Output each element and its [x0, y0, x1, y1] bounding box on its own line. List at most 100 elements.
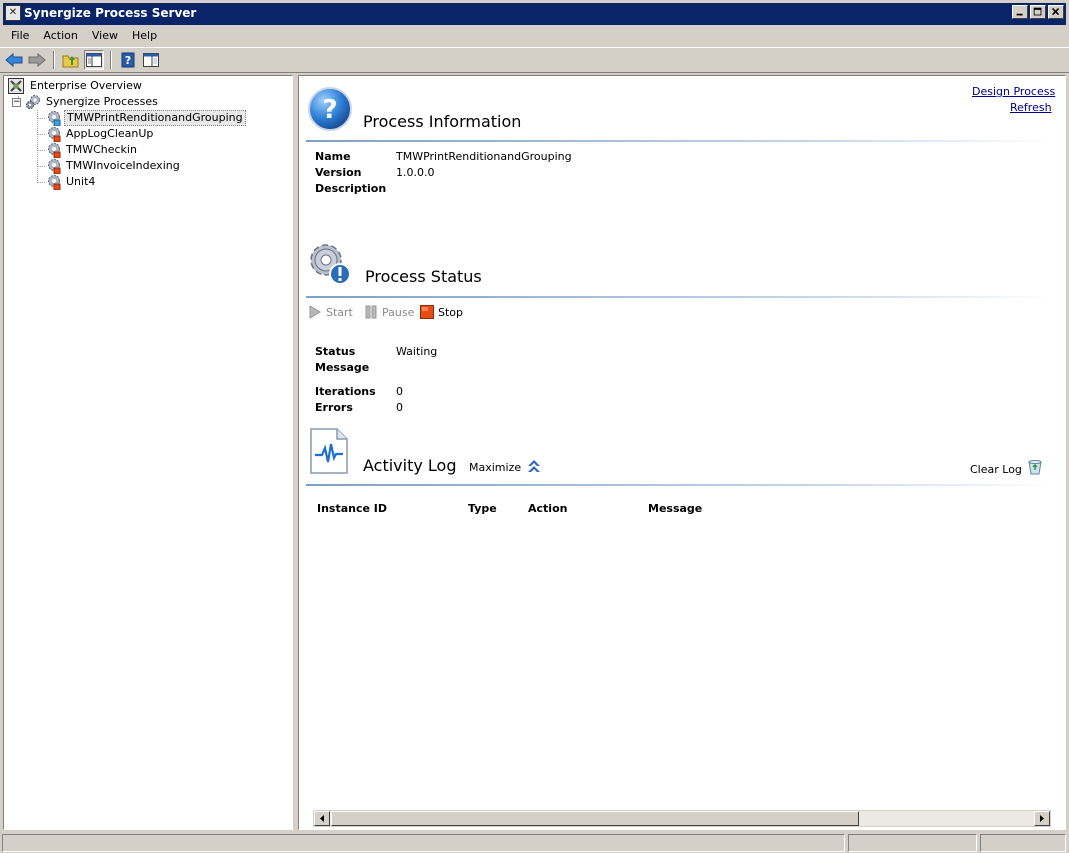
minimize-button[interactable] — [1012, 5, 1028, 19]
tree-item-label: TMWInvoiceIndexing — [66, 159, 180, 172]
scroll-left-arrow-icon — [320, 815, 324, 822]
status-bar — [0, 832, 1069, 853]
column-header-action[interactable]: Action — [528, 502, 567, 515]
svg-text:?: ? — [322, 95, 337, 125]
column-header-type[interactable]: Type — [468, 502, 497, 515]
maximize-button[interactable] — [1030, 5, 1046, 19]
properties-pane-button[interactable] — [141, 50, 161, 70]
menu-action[interactable]: Action — [36, 25, 84, 46]
process-gear-stopped-icon — [48, 143, 61, 158]
scroll-right-arrow-icon — [1040, 815, 1044, 822]
tree-item-enterprise-overview[interactable]: Enterprise Overview — [8, 78, 144, 94]
tree-connector — [37, 182, 45, 183]
column-header-message[interactable]: Message — [648, 502, 702, 515]
maximize-icon — [1033, 7, 1042, 16]
tree-item-synergize-processes[interactable]: − Synergize Processes — [12, 94, 160, 110]
scroll-thumb[interactable] — [331, 811, 859, 826]
forward-button[interactable] — [27, 50, 47, 70]
enterprise-overview-icon — [8, 78, 24, 94]
tree-connector — [37, 110, 38, 183]
activity-log-title: Activity Log — [363, 456, 457, 475]
process-gear-stopped-icon — [48, 127, 61, 142]
status-bar-panel — [980, 834, 1066, 852]
tree-item-label: TMWPrintRenditionandGrouping — [64, 110, 246, 126]
tree-item-process[interactable]: TMWInvoiceIndexing — [46, 158, 182, 174]
stop-label: Stop — [438, 305, 464, 319]
design-process-link[interactable]: Design Process — [972, 85, 1055, 98]
play-icon — [309, 305, 321, 319]
iterations-label: Iterations — [315, 385, 376, 398]
tree-connector — [37, 150, 45, 151]
menu-file[interactable]: File — [4, 25, 36, 46]
clear-log-link[interactable]: Clear Log — [970, 463, 1022, 476]
maximize-link[interactable]: Maximize — [469, 461, 521, 474]
status-bar-panel — [848, 834, 977, 852]
help-circle-icon: ? — [308, 87, 352, 131]
pause-button[interactable]: Pause — [364, 305, 414, 319]
show-hide-tree-button[interactable] — [84, 50, 104, 70]
pause-icon — [365, 305, 377, 319]
message-label: Message — [315, 361, 370, 374]
details-pane: Design Process Refresh ? Process Informa… — [298, 75, 1066, 830]
pause-label: Pause — [382, 305, 415, 319]
version-label: Version — [315, 166, 362, 179]
stop-button[interactable]: Stop — [420, 305, 463, 319]
name-label: Name — [315, 150, 351, 163]
tree-item-label: Unit4 — [66, 175, 96, 188]
tree-item-process[interactable]: TMWPrintRenditionandGrouping — [46, 110, 246, 126]
forward-arrow-icon — [28, 52, 46, 68]
scroll-left-button[interactable] — [314, 811, 330, 826]
section-divider — [306, 140, 1056, 142]
recycle-bin-icon[interactable] — [1027, 459, 1043, 475]
column-header-instance-id[interactable]: Instance ID — [317, 502, 387, 515]
back-arrow-icon — [5, 52, 23, 68]
start-button[interactable]: Start — [308, 305, 353, 319]
start-label: Start — [326, 305, 353, 319]
tree-item-label: Synergize Processes — [46, 95, 158, 108]
description-label: Description — [315, 182, 387, 195]
console-tree-pane[interactable]: Enterprise Overview − Synergize Processe… — [3, 75, 293, 830]
scroll-right-button[interactable] — [1034, 811, 1050, 826]
iterations-value: 0 — [396, 385, 403, 398]
menu-view[interactable]: View — [85, 25, 125, 46]
horizontal-scrollbar[interactable] — [313, 810, 1051, 827]
process-gear-stopped-icon — [48, 175, 61, 190]
console-tree-icon — [86, 53, 102, 67]
errors-label: Errors — [315, 401, 353, 414]
up-folder-button[interactable] — [61, 50, 81, 70]
help-book-icon: ? — [121, 52, 135, 68]
tree-item-label: TMWCheckin — [66, 143, 137, 156]
close-icon — [1052, 8, 1060, 16]
svg-text:?: ? — [125, 54, 131, 67]
tree-item-process[interactable]: AppLogCleanUp — [46, 126, 155, 142]
app-icon[interactable]: ✕ — [5, 5, 21, 21]
settings-gear-icon — [310, 244, 351, 285]
section-divider — [306, 484, 1056, 486]
activity-log-document-icon — [310, 428, 348, 474]
help-button[interactable]: ? — [118, 50, 138, 70]
up-folder-icon — [62, 55, 79, 68]
errors-value: 0 — [396, 401, 403, 414]
tree-connector — [37, 118, 45, 119]
close-button[interactable] — [1048, 5, 1064, 19]
name-value: TMWPrintRenditionandGrouping — [396, 150, 572, 163]
menu-help[interactable]: Help — [125, 25, 164, 46]
stop-icon — [420, 305, 434, 319]
tree-connector — [37, 134, 45, 135]
window-title: Synergize Process Server — [24, 6, 197, 20]
collapse-toggle[interactable]: − — [12, 97, 21, 107]
tree-connector — [37, 166, 45, 167]
back-button[interactable] — [4, 50, 24, 70]
status-value: Waiting — [396, 345, 438, 358]
toolbar: ? — [0, 47, 1069, 73]
gears-icon — [25, 95, 40, 110]
toolbar-separator — [53, 51, 55, 69]
tree-item-process[interactable]: Unit4 — [46, 174, 97, 190]
process-gear-icon — [48, 111, 61, 126]
process-status-title: Process Status — [365, 267, 482, 286]
tree-item-process[interactable]: TMWCheckin — [46, 142, 139, 158]
properties-pane-icon — [143, 53, 159, 67]
title-bar: ✕ Synergize Process Server — [0, 0, 1069, 25]
refresh-link[interactable]: Refresh — [1010, 101, 1052, 114]
double-chevron-up-icon[interactable] — [526, 458, 542, 474]
